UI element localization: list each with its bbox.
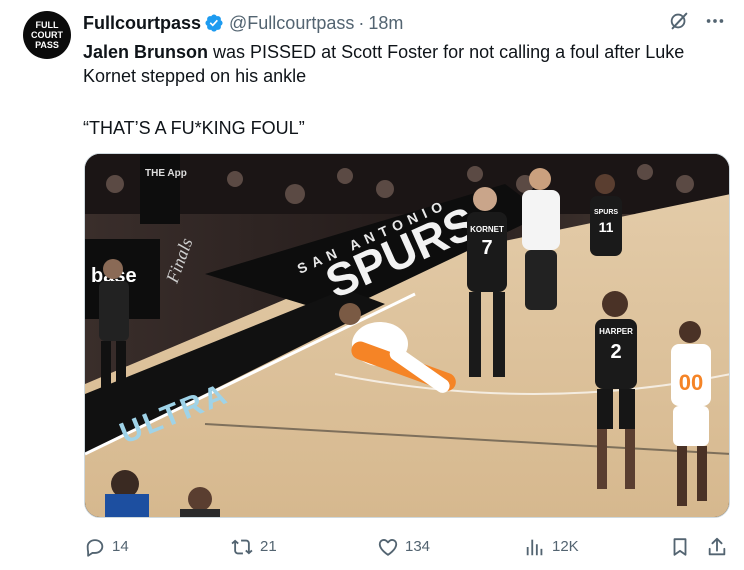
like-count: 134 <box>405 538 431 555</box>
jersey-knicks-number: 00 <box>679 370 703 395</box>
tweet[interactable]: FULL COURT PASS Fullcourtpass @Fullcourt… <box>0 0 744 570</box>
jersey-spurs-label: SPURS <box>594 209 618 216</box>
reply-button[interactable]: 14 <box>84 530 129 564</box>
jersey-harper-number: 2 <box>610 341 621 363</box>
views-icon <box>526 539 543 556</box>
tweet-text-bold: Jalen Brunson <box>83 42 209 62</box>
reply-icon <box>86 539 104 557</box>
tweet-header: Fullcourtpass @Fullcourtpass · 18m <box>83 12 403 34</box>
avatar-text-1: FULL <box>36 20 59 30</box>
display-name[interactable]: Fullcourtpass <box>83 12 201 34</box>
timestamp[interactable]: 18m <box>368 12 403 34</box>
reply-count: 14 <box>112 538 129 555</box>
grok-icon[interactable] <box>668 10 690 32</box>
jersey-kornet-name: KORNET <box>470 225 504 234</box>
ad-text-app: THE App <box>145 168 187 179</box>
jersey-harper-name: HARPER <box>599 327 633 336</box>
verified-badge-icon <box>204 13 224 33</box>
avatar-text-2: COURT <box>31 30 63 40</box>
avatar-text-3: PASS <box>35 40 59 50</box>
top-right-actions <box>668 10 726 32</box>
jersey-kornet-number: 7 <box>481 237 492 259</box>
separator: · <box>358 13 365 33</box>
share-icon <box>708 537 726 556</box>
like-icon <box>378 539 398 556</box>
views-count: 12K <box>552 538 579 555</box>
basketball-scene-image: base THE App Finals SAN ANTONIO SPURS UL… <box>85 154 729 517</box>
tweet-quote: “THAT’S A FU*KING FOUL” <box>83 118 305 138</box>
bookmark-icon <box>673 538 687 556</box>
tweet-text: Jalen Brunson was PISSED at Scott Foster… <box>83 40 723 88</box>
more-icon[interactable] <box>704 10 726 32</box>
bookmark-button[interactable] <box>669 530 691 564</box>
jersey-spurs-number: 11 <box>599 219 614 235</box>
repost-count: 21 <box>260 538 277 555</box>
share-button[interactable] <box>706 530 728 564</box>
repost-icon <box>231 539 253 555</box>
tweet-media[interactable]: base THE App Finals SAN ANTONIO SPURS UL… <box>84 153 730 518</box>
avatar[interactable]: FULL COURT PASS <box>23 11 71 59</box>
views-button[interactable]: 12K <box>524 530 579 564</box>
handle[interactable]: @Fullcourtpass <box>229 12 354 34</box>
repost-button[interactable]: 21 <box>230 530 277 564</box>
like-button[interactable]: 134 <box>377 530 430 564</box>
tweet-actions: 14 21 134 12K <box>84 530 734 564</box>
